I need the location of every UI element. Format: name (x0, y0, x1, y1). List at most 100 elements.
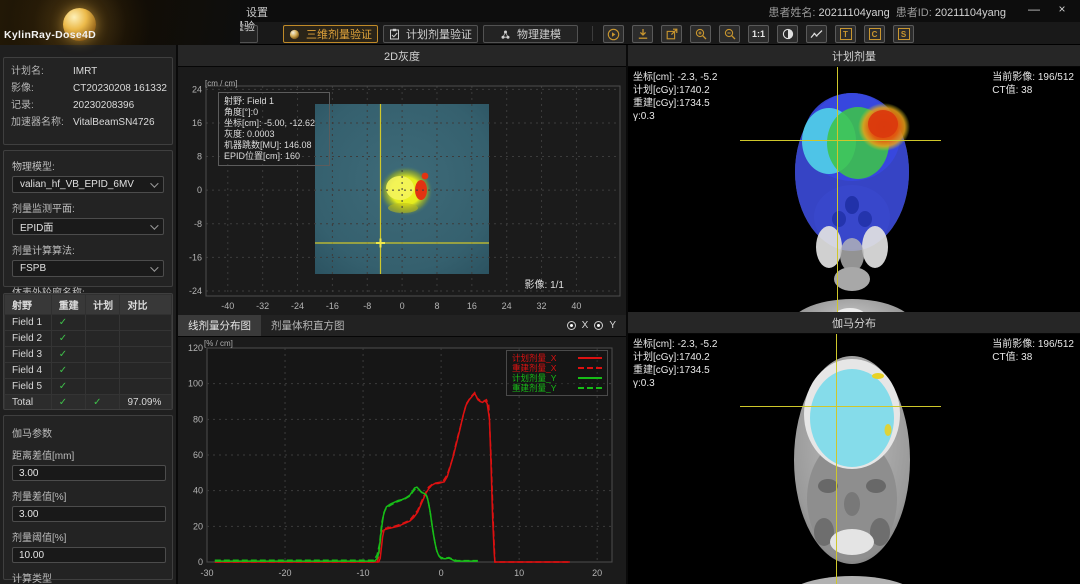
x-tick: -24 (291, 301, 304, 311)
monitor-plane-value: EPID面 (20, 219, 53, 234)
tab-plan-dose-verification[interactable]: 计划剂量验证 (383, 25, 478, 43)
line-dose-chart[interactable]: [% / cm] -30-20-1001020020406080100120 计… (178, 337, 626, 584)
text-t-button[interactable]: T (835, 25, 856, 43)
axis-radio-group: X Y (567, 315, 626, 336)
gray2d-title: 2D灰度 (384, 48, 420, 64)
radio-y[interactable] (594, 321, 603, 330)
table-row[interactable]: Total✓✓97.09% (5, 395, 172, 411)
plan-info-row: 加速器名称:VitalBeamSN4726 (4, 114, 172, 131)
image-counter: 影像: 1/1 (525, 276, 564, 291)
info-line: 计划[cGy]:1740.2 (633, 351, 717, 364)
info-line: EPID位置[cm]: 160 (224, 151, 324, 162)
physics-model-label: 物理模型: (12, 158, 164, 173)
x-tick: -40 (221, 301, 234, 311)
tab-3d-dose-verification[interactable]: 三维剂量验证 (283, 25, 378, 43)
gamma-dist-info: 坐标[cm]: -2.3, -5.2计划[cGy]:1740.2重建[cGy]:… (633, 338, 717, 390)
physics-model-dropdown[interactable]: valian_hf_VB_EPID_6MV (12, 176, 164, 193)
gamma-dist-image-info: 当前影像: 196/512CT值: 38 (992, 338, 1074, 364)
text-s-button[interactable]: S (893, 25, 914, 43)
text-c-button[interactable]: C (864, 25, 885, 43)
patient-name-label: 患者姓名: (768, 7, 815, 19)
x-tick: 0 (400, 301, 405, 311)
crosshair-horizontal (740, 140, 941, 141)
dose-diff-input[interactable] (12, 506, 166, 522)
info-line: 坐标[cm]: -2.3, -5.2 (633, 71, 717, 84)
zoom-in-button[interactable] (690, 25, 711, 43)
table-row[interactable]: Field 5✓ (5, 379, 172, 395)
radio-x-label: X (582, 320, 589, 331)
table-row[interactable]: Field 1✓ (5, 315, 172, 331)
x-tick: 32 (537, 301, 547, 311)
info-line: 当前影像: 196/512 (992, 338, 1074, 351)
info-line: 角度[°]:0 (224, 107, 324, 118)
one-to-one-button[interactable]: 1:1 (748, 25, 769, 43)
dose-algorithm-value: FSPB (20, 263, 46, 274)
molecule-icon (500, 29, 511, 40)
tab-label: 计划剂量验证 (406, 26, 472, 42)
patient-info: 患者姓名: 20211104yang患者ID: 20211104yang (768, 4, 1012, 20)
close-button[interactable]: × (1050, 0, 1074, 20)
tab-physics-modeling[interactable]: 物理建模 (483, 25, 578, 43)
field-table-box: 射野重建计划对比Field 1✓Field 2✓Field 3✓Field 4✓… (3, 293, 173, 410)
gamma-params-title: 伽马参数 (12, 425, 164, 440)
table-row[interactable]: Field 3✓ (5, 347, 172, 363)
gray2d-panel-header: 2D灰度 (178, 45, 626, 67)
gray2d-viewport[interactable]: [cm / cm] -40-32-24-16-80816243240241680… (178, 67, 626, 315)
patient-id-value: 20211104yang (935, 7, 1006, 19)
y-tick: -8 (194, 219, 202, 229)
patient-id-label: 患者ID: (896, 7, 932, 19)
legend-item: 重建剂量_X (512, 363, 602, 373)
tab-dvh[interactable]: 剂量体积直方图 (261, 315, 355, 336)
table-row[interactable]: Field 2✓ (5, 331, 172, 347)
info-line: CT值: 38 (992, 351, 1074, 364)
plan-dose-viewport[interactable]: 坐标[cm]: -2.3, -5.2计划[cGy]:1740.2重建[cGy]:… (628, 67, 1080, 312)
y-tick: 20 (193, 521, 203, 531)
info-line: 坐标[cm]: -5.00, -12.62 (224, 118, 324, 129)
y-tick: 0 (198, 557, 203, 567)
export-button[interactable] (661, 25, 682, 43)
gamma-dist-viewport[interactable]: 坐标[cm]: -2.3, -5.2计划[cGy]:1740.2重建[cGy]:… (628, 334, 1080, 584)
clipboard-icon (389, 28, 400, 40)
crosshair-horizontal (740, 406, 941, 407)
table-row[interactable]: Field 4✓ (5, 363, 172, 379)
info-line: 当前影像: 196/512 (992, 71, 1074, 84)
table-header: 射野 (5, 295, 52, 315)
radio-x[interactable] (567, 321, 576, 330)
monitor-plane-dropdown[interactable]: EPID面 (12, 218, 164, 235)
plan-dose-info: 坐标[cm]: -2.3, -5.2计划[cGy]:1740.2重建[cGy]:… (633, 71, 717, 123)
x-tick: 20 (592, 568, 602, 578)
x-tick: 40 (571, 301, 581, 311)
table-header: 计划 (86, 295, 120, 315)
tab-label: 三维剂量验证 (306, 26, 372, 42)
distance-diff-input[interactable] (12, 465, 166, 481)
x-tick: 10 (514, 568, 524, 578)
info-line: 灰度: 0.0003 (224, 129, 324, 140)
legend-line-sample (578, 377, 602, 379)
plan-info-row: 计划名:IMRT (4, 63, 172, 80)
dose-algorithm-dropdown[interactable]: FSPB (12, 260, 164, 277)
tab-line-dose-profile[interactable]: 线剂量分布图 (178, 315, 261, 336)
table-header: 对比 (120, 295, 172, 315)
legend-line-sample (578, 357, 602, 359)
minimize-button[interactable]: — (1022, 0, 1046, 20)
zoom-out-button[interactable] (719, 25, 740, 43)
x-tick: 24 (502, 301, 512, 311)
y-tick: 60 (193, 450, 203, 460)
x-tick: -10 (357, 568, 370, 578)
dose-threshold-input[interactable] (12, 547, 166, 563)
x-tick: 0 (439, 568, 444, 578)
curve-button[interactable] (806, 25, 827, 43)
download-button[interactable] (632, 25, 653, 43)
contrast-button[interactable] (777, 25, 798, 43)
x-tick: 16 (467, 301, 477, 311)
legend-item: 重建剂量_Y (512, 383, 602, 393)
field-table: 射野重建计划对比Field 1✓Field 2✓Field 3✓Field 4✓… (4, 294, 172, 410)
sphere-icon (289, 29, 300, 40)
play-circle-button[interactable] (603, 25, 624, 43)
info-line: 计划[cGy]:1740.2 (633, 84, 717, 97)
info-line: 坐标[cm]: -2.3, -5.2 (633, 338, 717, 351)
info-line: 射野: Field 1 (224, 96, 324, 107)
radio-y-label: Y (609, 320, 616, 331)
dose-diff-label: 剂量差值[%] (12, 488, 164, 503)
parameters-box: 物理模型: valian_hf_VB_EPID_6MV 剂量监测平面: EPID… (3, 150, 173, 287)
